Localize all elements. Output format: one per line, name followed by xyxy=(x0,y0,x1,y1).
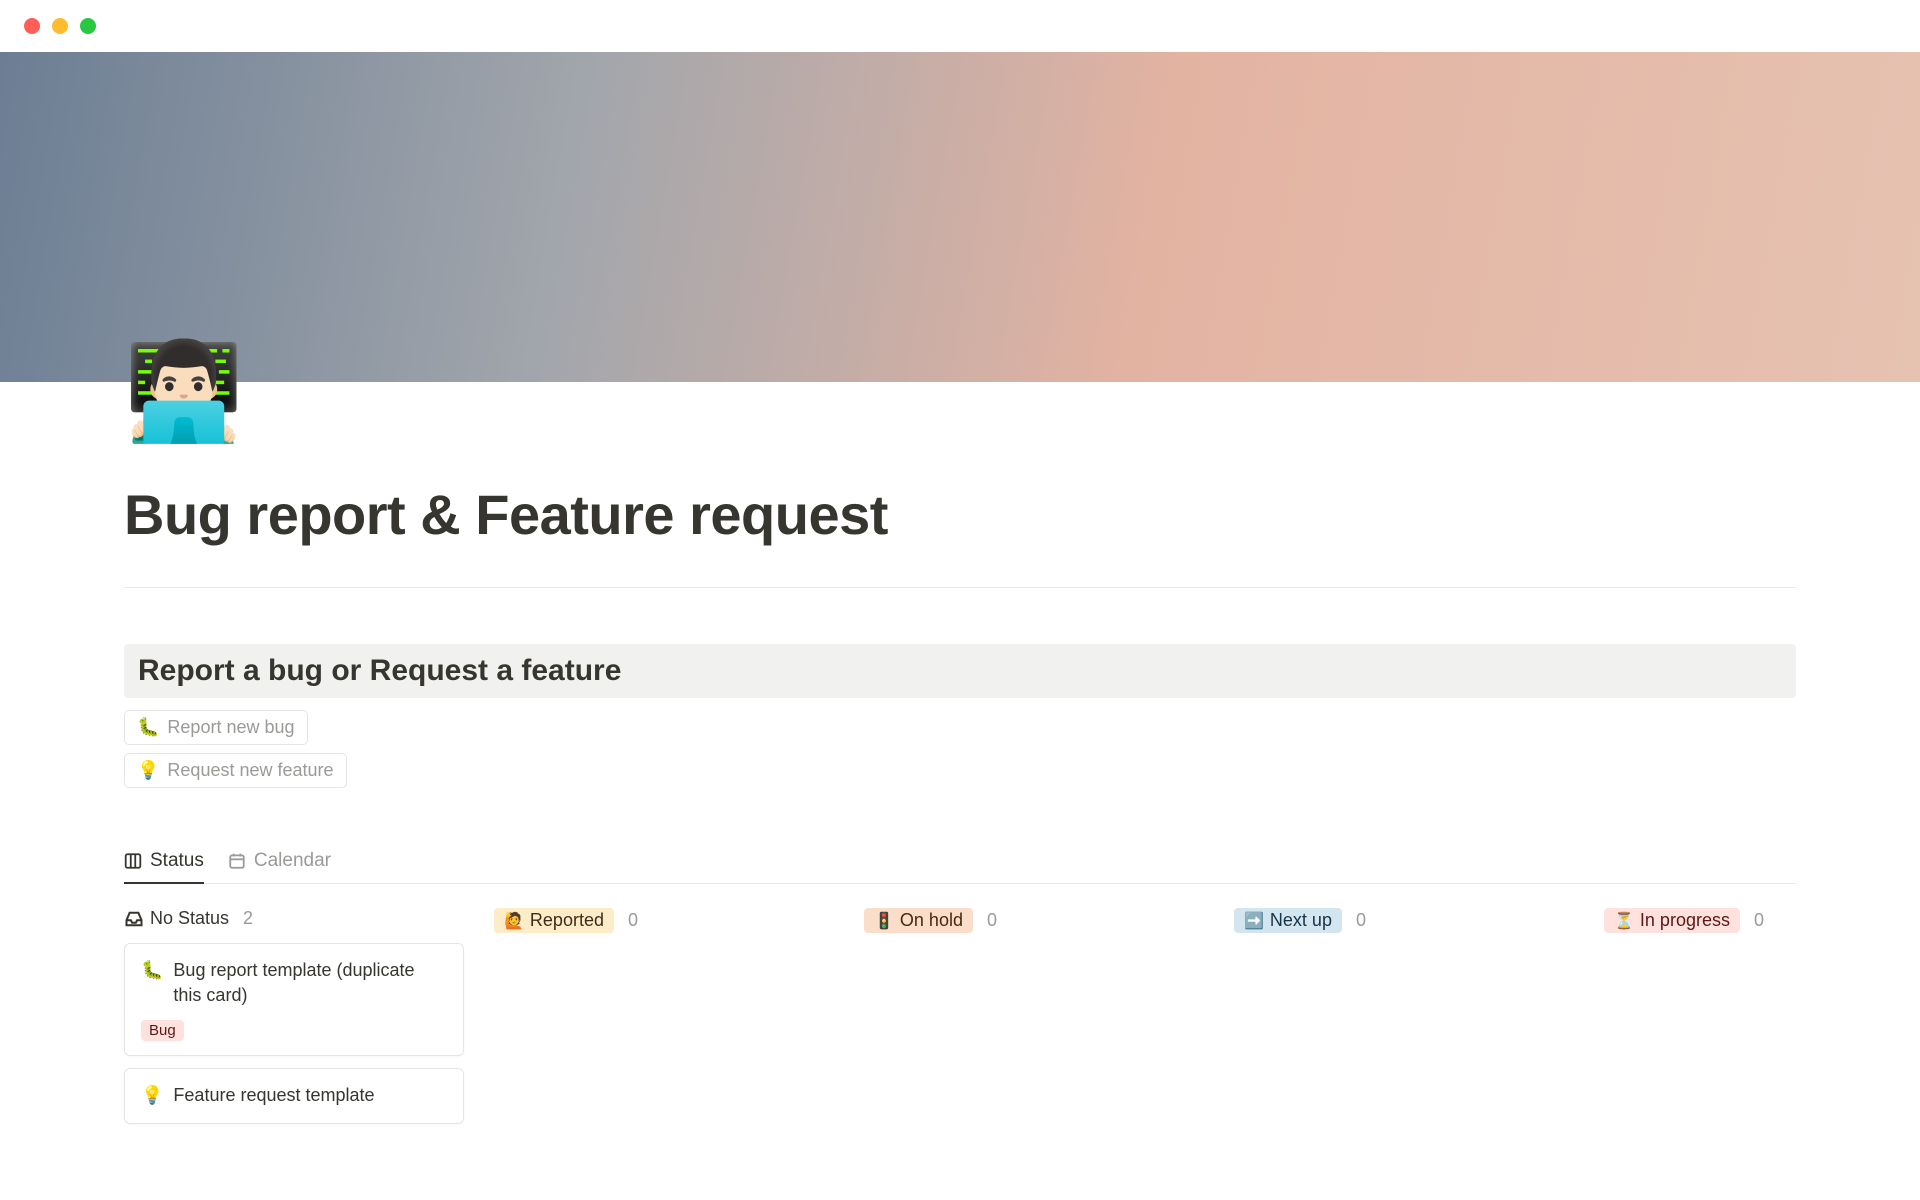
column-header[interactable]: 🚦 On hold 0 xyxy=(864,908,1204,933)
column-label: Reported xyxy=(530,910,604,931)
action-buttons: 🐛 Report new bug 💡 Request new feature xyxy=(124,710,1796,788)
raising-hand-icon: 🙋 xyxy=(504,911,524,931)
column-label: On hold xyxy=(900,910,963,931)
card-title: Feature request template xyxy=(173,1083,374,1108)
window-close-button[interactable] xyxy=(24,18,40,34)
board-column-in-progress: ⏳ In progress 0 xyxy=(1604,908,1784,1136)
inbox-icon xyxy=(124,909,144,929)
action-label: Report new bug xyxy=(167,717,294,738)
card-tag: Bug xyxy=(141,1020,184,1041)
bug-icon: 🐛 xyxy=(137,717,159,738)
board-column-reported: 🙋 Reported 0 xyxy=(494,908,834,1136)
board-column-next-up: ➡️ Next up 0 xyxy=(1234,908,1574,1136)
column-count: 0 xyxy=(987,910,997,931)
column-header[interactable]: 🙋 Reported 0 xyxy=(494,908,834,933)
board-column-on-hold: 🚦 On hold 0 xyxy=(864,908,1204,1136)
column-header[interactable]: No Status 2 xyxy=(124,908,464,929)
request-new-feature-button[interactable]: 💡 Request new feature xyxy=(124,753,347,788)
window-minimize-button[interactable] xyxy=(52,18,68,34)
calendar-icon xyxy=(228,852,246,870)
divider xyxy=(124,587,1796,588)
callout-heading: Report a bug or Request a feature xyxy=(124,644,1796,698)
column-count: 0 xyxy=(628,910,638,931)
board-column-no-status: No Status 2 🐛 Bug report template (dupli… xyxy=(124,908,464,1136)
card-bug-report-template[interactable]: 🐛 Bug report template (duplicate this ca… xyxy=(124,943,464,1056)
column-label: Next up xyxy=(1270,910,1332,931)
column-label: No Status xyxy=(150,908,229,929)
window-titlebar xyxy=(0,0,1920,52)
column-count: 0 xyxy=(1356,910,1366,931)
board-icon xyxy=(124,852,142,870)
arrow-right-icon: ➡️ xyxy=(1244,911,1264,931)
tab-status[interactable]: Status xyxy=(124,850,204,884)
card-feature-request-template[interactable]: 💡 Feature request template xyxy=(124,1068,464,1123)
page-icon[interactable]: 👨🏻‍💻 xyxy=(124,344,244,440)
tab-label: Status xyxy=(150,850,204,872)
tab-label: Calendar xyxy=(254,850,331,872)
lightbulb-icon: 💡 xyxy=(141,1083,163,1108)
lightbulb-icon: 💡 xyxy=(137,760,159,781)
column-header[interactable]: ⏳ In progress 0 xyxy=(1604,908,1784,933)
board: No Status 2 🐛 Bug report template (dupli… xyxy=(124,908,1796,1136)
page-title[interactable]: Bug report & Feature request xyxy=(124,482,1796,547)
card-title: Bug report template (duplicate this card… xyxy=(173,958,447,1008)
bug-icon: 🐛 xyxy=(141,958,163,983)
column-count: 2 xyxy=(243,908,253,929)
window-zoom-button[interactable] xyxy=(80,18,96,34)
tab-calendar[interactable]: Calendar xyxy=(228,850,331,884)
column-header[interactable]: ➡️ Next up 0 xyxy=(1234,908,1574,933)
page-cover[interactable]: 👨🏻‍💻 xyxy=(0,52,1920,382)
action-label: Request new feature xyxy=(167,760,333,781)
view-tabs: Status Calendar xyxy=(124,850,1796,884)
hourglass-icon: ⏳ xyxy=(1614,911,1634,931)
traffic-light-icon: 🚦 xyxy=(874,911,894,931)
column-count: 0 xyxy=(1754,910,1764,931)
column-label: In progress xyxy=(1640,910,1730,931)
report-new-bug-button[interactable]: 🐛 Report new bug xyxy=(124,710,308,745)
